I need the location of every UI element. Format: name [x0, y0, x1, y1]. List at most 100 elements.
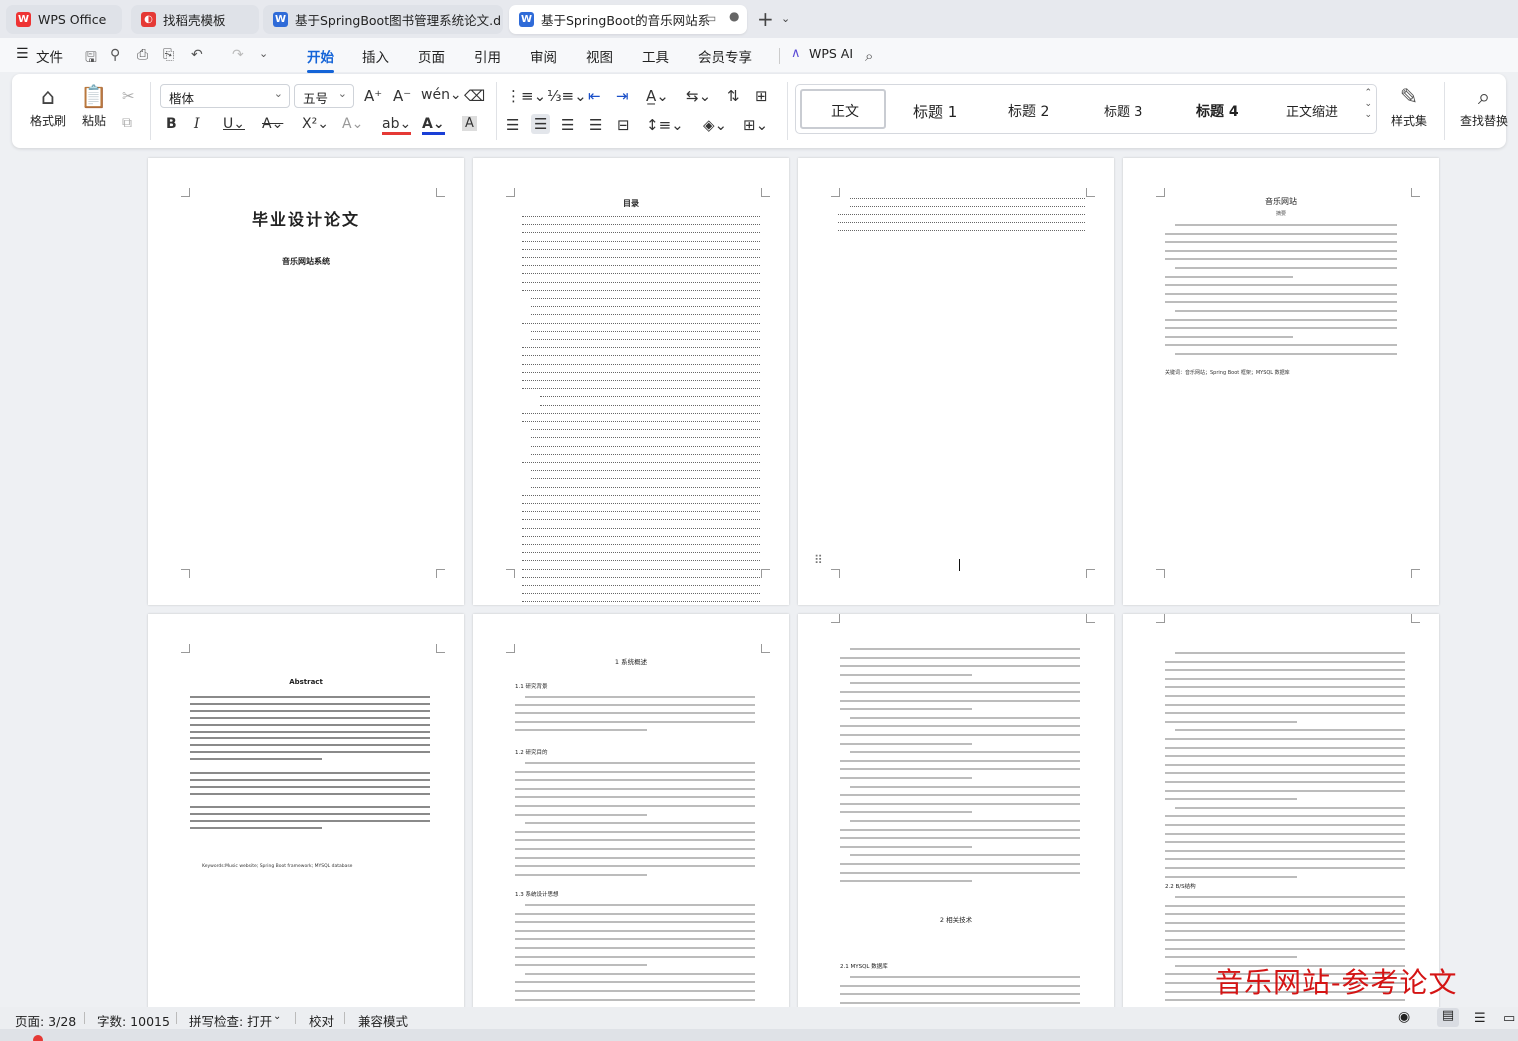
menu-page[interactable]: 页面 [418, 46, 445, 66]
bold-icon[interactable]: B [166, 116, 177, 132]
web-view-icon[interactable]: ▭ [1503, 1011, 1515, 1026]
char-shading-icon[interactable]: A [462, 116, 477, 131]
outline-view-icon[interactable]: ☰ [1474, 1011, 1486, 1026]
page-4[interactable]: 音乐网站 摘要 关键词：音乐网站；Spring Boot 框架；MYSQL 数据… [1123, 158, 1439, 605]
align-left-icon[interactable]: ☰ [506, 116, 519, 134]
menu-view[interactable]: 视图 [586, 46, 613, 66]
section-1-3: 1.3 系统设计思想 [515, 892, 559, 898]
page-7[interactable]: 2 相关技术 2.1 MYSQL 数据库 [798, 614, 1114, 1007]
tab-doc-music[interactable]: W 基于SpringBoot的音乐网站系 ▭ ● [509, 5, 747, 34]
eye-icon[interactable]: ◉ [1398, 1009, 1410, 1025]
page-3[interactable]: ⠿ [798, 158, 1114, 605]
menu-home[interactable]: 开始 [307, 46, 334, 73]
highlight-icon[interactable]: ab⌄ [382, 116, 412, 135]
style-heading-2[interactable]: 标题 2 [1008, 101, 1049, 121]
save-icon[interactable]: 🖫 [85, 47, 97, 71]
word-count[interactable]: 字数: 10015 [97, 1011, 170, 1030]
proofread[interactable]: 校对 [309, 1011, 334, 1030]
cut-icon[interactable]: ✂ [122, 87, 135, 105]
style-set-button[interactable]: ✎ 样式集 [1382, 84, 1436, 129]
page-1[interactable]: 毕业设计论文 音乐网站系统 [148, 158, 464, 605]
superscript-icon[interactable]: X²⌄ [302, 116, 329, 132]
format-painter-button[interactable]: ⌂ 格式刷 [26, 84, 70, 129]
search-icon[interactable]: ⌕ [865, 47, 873, 65]
gallery-scroll-icon[interactable]: ⌃ ⌄ ⌄ [1364, 88, 1372, 121]
menu-reference[interactable]: 引用 [474, 46, 501, 66]
menu-member[interactable]: 会员专享 [698, 46, 752, 66]
sort-icon[interactable]: ⇅ [727, 87, 740, 105]
undo-icon[interactable]: ↶ [191, 47, 203, 63]
new-tab-icon[interactable]: + [757, 7, 774, 31]
font-name-select[interactable]: 楷体 ⌄ [160, 84, 290, 108]
page-2[interactable]: 目录 [473, 158, 789, 605]
line-spacing-icon[interactable]: ↕≡⌄ [646, 116, 684, 134]
pinyin-icon[interactable]: wén⌄ [421, 87, 462, 103]
bullet-list-icon[interactable]: ⋮≡⌄ [506, 87, 546, 105]
text-line [190, 758, 322, 761]
strikethrough-icon[interactable]: A⌄ [262, 116, 283, 132]
numbered-list-icon[interactable]: ⅓≡⌄ [547, 87, 587, 105]
find-replace-button[interactable]: ⌕ 查找替换 [1454, 84, 1514, 129]
menu-insert[interactable]: 插入 [362, 46, 389, 66]
toc-line [522, 222, 760, 226]
copy-icon[interactable]: ⧉ [122, 115, 132, 131]
justify-icon[interactable]: ☰ [589, 116, 602, 134]
text-line [840, 802, 1080, 805]
increase-indent-icon[interactable]: ⇥ [616, 87, 629, 105]
text-line [840, 794, 1080, 797]
tab-doc-library[interactable]: W 基于SpringBoot图书管理系统论文.d [263, 5, 503, 34]
decrease-indent-icon[interactable]: ⇤ [588, 87, 601, 105]
page-8[interactable]: 2.2 B/S结构 [1123, 614, 1439, 1007]
style-heading-1[interactable]: 标题 1 [913, 101, 957, 122]
chevron-down-icon[interactable]: ⌄ [273, 1011, 281, 1022]
show-marks-icon[interactable]: ⊞ [755, 87, 768, 105]
underline-icon[interactable]: U⌄ [223, 116, 245, 132]
page-view-icon[interactable]: ▤ [1437, 1008, 1459, 1027]
increase-font-icon[interactable]: A⁺ [364, 87, 382, 105]
tab-template[interactable]: ◐ 找稻壳模板 [131, 5, 259, 34]
tab-wps-office[interactable]: W WPS Office [6, 5, 122, 34]
text-line [840, 828, 1080, 831]
wps-ai-icon[interactable]: ∧ [791, 46, 801, 61]
print-icon[interactable]: ⎙ [137, 47, 148, 63]
toc-line [531, 476, 760, 480]
hamburger-icon[interactable]: ☰ [16, 46, 29, 62]
paste-button[interactable]: 📋 粘贴 [74, 84, 114, 129]
align-center-icon[interactable]: ☰ [531, 114, 551, 134]
text-line [1165, 798, 1297, 801]
clear-format-icon[interactable]: ⌫ [464, 87, 485, 105]
italic-icon[interactable]: I [194, 116, 200, 132]
print-preview-icon[interactable]: ⎘ [163, 47, 174, 63]
shading-icon[interactable]: ◈⌄ [703, 116, 727, 134]
more-chevron-icon[interactable]: ⌄ [259, 47, 268, 60]
unsaved-dot-icon[interactable]: ● [729, 9, 739, 23]
document-area[interactable]: 毕业设计论文 音乐网站系统 目录 ⠿ 音乐网站 摘要 关键词：音乐网站；Spri… [0, 150, 1518, 1007]
redo-icon[interactable]: ↷ [232, 47, 244, 63]
align-right-icon[interactable]: ☰ [561, 116, 574, 134]
spell-check[interactable]: 拼写检查: 打开 [189, 1011, 272, 1030]
menu-wps-ai[interactable]: WPS AI [809, 46, 853, 61]
style-heading-3[interactable]: 标题 3 [1104, 101, 1142, 120]
page-6[interactable]: 1 系统概述 1.1 研究背景 1.2 研究目的 1.3 系统设计思想 [473, 614, 789, 1007]
font-size-select[interactable]: 五号 ⌄ [294, 84, 354, 108]
style-normal[interactable]: 正文 [831, 101, 859, 121]
page-5[interactable]: Abstract Keywords:Music website; Spring … [148, 614, 464, 1007]
distributed-icon[interactable]: ⊟ [617, 116, 630, 134]
page-indicator[interactable]: 页面: 3/28 [15, 1011, 76, 1030]
style-heading-4[interactable]: 标题 4 [1196, 101, 1239, 121]
tab-list-chevron-icon[interactable]: ⌄ [781, 12, 790, 25]
text-line [840, 665, 1080, 668]
chinese-layout-icon[interactable]: A̲⌄ [646, 87, 669, 105]
menu-review[interactable]: 审阅 [530, 46, 557, 66]
font-color-icon[interactable]: A⌄ [422, 116, 445, 135]
drag-handle-icon[interactable]: ⠿ [814, 553, 823, 567]
menu-file[interactable]: 文件 [36, 46, 63, 66]
share-icon[interactable]: ⚲ [110, 47, 120, 63]
style-normal-indent[interactable]: 正文缩进 [1286, 101, 1338, 120]
border-icon[interactable]: ⊞⌄ [743, 116, 768, 134]
decrease-font-icon[interactable]: A⁻ [393, 87, 411, 105]
monitor-icon[interactable]: ▭ [705, 11, 716, 25]
menu-tools[interactable]: 工具 [642, 46, 669, 66]
text-effect-icon[interactable]: A⌄ [342, 116, 363, 132]
text-direction-icon[interactable]: ⇆⌄ [686, 87, 711, 105]
